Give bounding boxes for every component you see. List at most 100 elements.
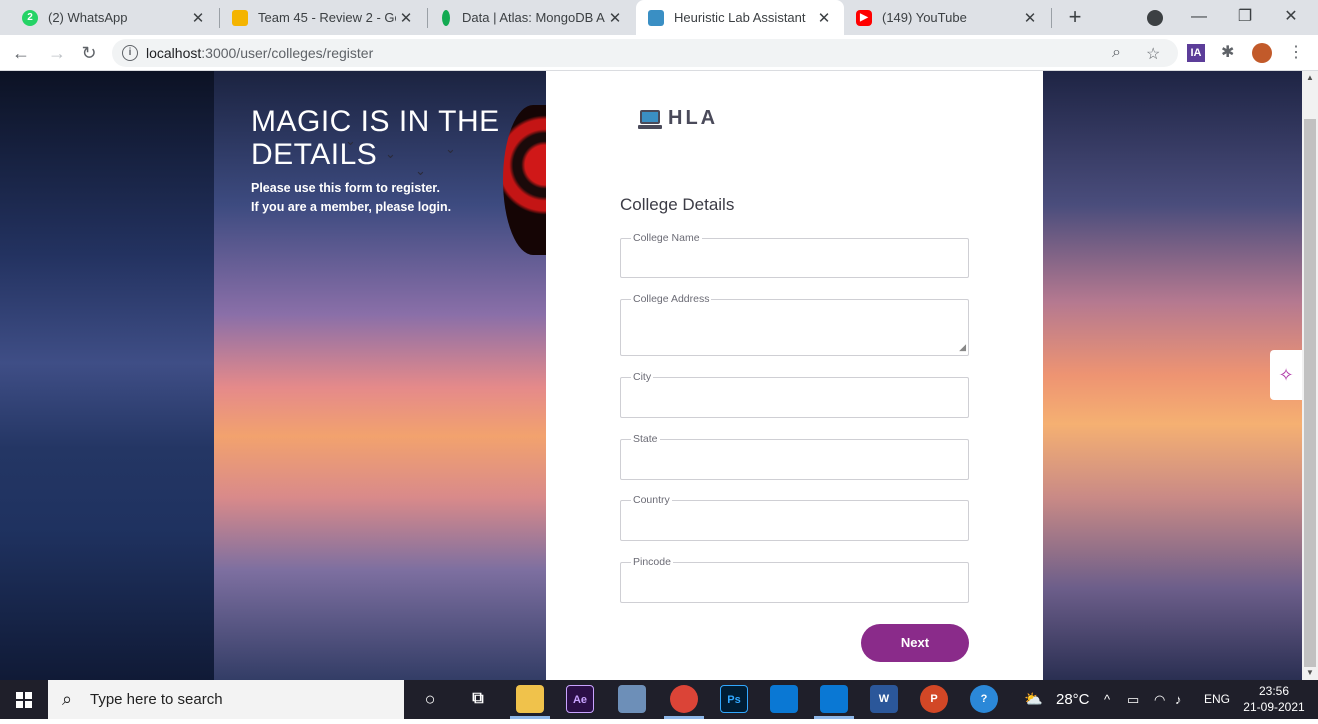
- chrome-icon[interactable]: [670, 685, 698, 713]
- windows-logo-icon: [16, 692, 32, 708]
- cortana-icon[interactable]: ○: [416, 685, 444, 713]
- scroll-up-arrow-icon[interactable]: ▲: [1302, 71, 1318, 85]
- restore-button[interactable]: ❐: [1222, 0, 1268, 35]
- tab-team45[interactable]: Team 45 - Review 2 - Goo ✕: [220, 0, 426, 35]
- close-icon[interactable]: ✕: [814, 9, 834, 27]
- field-label: State: [633, 433, 658, 445]
- paint-icon[interactable]: [618, 685, 646, 713]
- college-address-textarea[interactable]: [631, 305, 958, 335]
- next-button[interactable]: Next: [861, 624, 969, 662]
- chrome-profile-icon[interactable]: [1147, 10, 1163, 26]
- page-viewport: ⌄ ⌄ ⌄ ⌄ MAGIC IS IN THE DETAILS Please u…: [0, 71, 1302, 680]
- magic-wand-icon[interactable]: ✧: [1270, 350, 1302, 400]
- browser-toolbar: ← → ↻ i localhost:3000/user/colleges/reg…: [0, 35, 1318, 71]
- field-label: College Name: [633, 232, 700, 244]
- state-input[interactable]: [631, 446, 958, 461]
- scroll-down-arrow-icon[interactable]: ▼: [1302, 666, 1318, 680]
- language-indicator[interactable]: ENG: [1204, 680, 1230, 719]
- extensions-puzzle-icon[interactable]: ✱: [1221, 44, 1239, 62]
- kebab-menu-icon[interactable]: ⋮: [1288, 44, 1304, 62]
- back-button[interactable]: ←: [8, 40, 34, 66]
- file-explorer-icon[interactable]: [516, 685, 544, 713]
- task-view-icon[interactable]: ⧉: [464, 685, 492, 713]
- hero-title: MAGIC IS IN THE DETAILS: [251, 105, 500, 171]
- help-icon[interactable]: ?: [970, 685, 998, 713]
- scroll-thumb[interactable]: [1304, 119, 1316, 667]
- ia-extension-icon[interactable]: IA: [1187, 44, 1205, 62]
- tab-mongodb[interactable]: Data | Atlas: MongoDB Atl ✕: [428, 0, 635, 35]
- close-window-button[interactable]: ✕: [1268, 0, 1314, 35]
- tab-title: (2) WhatsApp: [48, 10, 128, 25]
- forward-button[interactable]: →: [44, 40, 70, 66]
- country-field[interactable]: Country: [620, 494, 969, 541]
- hero-line-register: Please use this form to register.: [251, 181, 440, 195]
- vscode-insiders-icon[interactable]: [820, 685, 848, 713]
- minimize-button[interactable]: —: [1176, 0, 1222, 35]
- vscode-icon[interactable]: [770, 685, 798, 713]
- youtube-icon: ▶: [856, 9, 872, 26]
- registration-form-card: HLA College Details College Name College…: [546, 71, 1043, 680]
- new-tab-button[interactable]: +: [1062, 5, 1088, 31]
- reload-button[interactable]: ↻: [76, 40, 102, 66]
- browser-tab-strip: 2 (2) WhatsApp ✕ Team 45 - Review 2 - Go…: [0, 0, 1318, 35]
- powerpoint-icon[interactable]: P: [920, 685, 948, 713]
- close-icon[interactable]: ✕: [188, 9, 208, 27]
- url-text: localhost:3000/user/colleges/register: [146, 45, 373, 61]
- tab-heuristic-lab[interactable]: Heuristic Lab Assistant ✕: [636, 0, 844, 35]
- pincode-input[interactable]: [631, 569, 958, 584]
- windows-start-button[interactable]: [0, 680, 48, 719]
- url-host: localhost: [146, 45, 202, 61]
- search-icon: ⌕: [62, 689, 73, 709]
- info-icon[interactable]: i: [122, 45, 138, 61]
- hero-line-login: If you are a member, please login.: [251, 200, 452, 214]
- tray-chevron-icon[interactable]: ^: [1104, 680, 1110, 719]
- country-input[interactable]: [631, 507, 958, 522]
- weather-temp[interactable]: 28°C: [1056, 680, 1090, 719]
- search-placeholder: Type here to search: [90, 691, 223, 708]
- field-label: Country: [633, 494, 670, 506]
- field-label: City: [633, 371, 652, 383]
- photoshop-icon[interactable]: Ps: [720, 685, 748, 713]
- system-clock[interactable]: 23:56 21-09-2021: [1238, 683, 1310, 715]
- close-icon[interactable]: ✕: [396, 9, 416, 27]
- close-icon[interactable]: ✕: [1020, 9, 1040, 27]
- tab-divider: [1051, 8, 1052, 28]
- field-label: Pincode: [633, 556, 671, 568]
- close-icon[interactable]: ✕: [605, 9, 625, 27]
- city-input[interactable]: [631, 384, 958, 399]
- bookmark-star-icon[interactable]: ☆: [1146, 44, 1160, 64]
- page-scrollbar[interactable]: ▲ ▼: [1302, 71, 1318, 680]
- college-name-field[interactable]: College Name: [620, 232, 969, 278]
- tab-title: Data | Atlas: MongoDB Atl: [462, 10, 605, 25]
- wifi-icon[interactable]: ◠: [1154, 680, 1165, 719]
- hero-subtitle: Please use this form to register. If you…: [251, 179, 451, 217]
- clock-time: 23:56: [1258, 684, 1290, 698]
- logo-text: HLA: [668, 106, 719, 129]
- pincode-field[interactable]: Pincode: [620, 556, 969, 603]
- taskbar-search-box[interactable]: ⌕ Type here to search: [48, 680, 404, 719]
- mongodb-leaf-icon: [442, 9, 450, 26]
- college-name-input[interactable]: [631, 245, 958, 260]
- zoom-icon[interactable]: ⌕: [1112, 44, 1121, 62]
- avatar[interactable]: [1252, 43, 1272, 63]
- computer-icon: [638, 106, 662, 130]
- address-bar[interactable]: i localhost:3000/user/colleges/register …: [112, 39, 1178, 67]
- battery-icon[interactable]: ▭: [1127, 680, 1139, 719]
- state-field[interactable]: State: [620, 433, 969, 480]
- after-effects-icon[interactable]: Ae: [566, 685, 594, 713]
- tab-whatsapp[interactable]: 2 (2) WhatsApp ✕: [0, 0, 218, 35]
- resize-handle-icon[interactable]: ◢: [959, 342, 966, 353]
- form-heading: College Details: [620, 195, 735, 214]
- clock-date: 21-09-2021: [1243, 700, 1305, 714]
- weather-icon[interactable]: ⛅: [1024, 680, 1043, 719]
- volume-icon[interactable]: ♪: [1175, 680, 1182, 719]
- background-left: [0, 71, 214, 680]
- tab-title: (149) YouTube: [882, 10, 967, 25]
- hla-icon: [648, 9, 664, 26]
- city-field[interactable]: City: [620, 371, 969, 418]
- field-label: College Address: [633, 293, 710, 305]
- word-icon[interactable]: W: [870, 685, 898, 713]
- whatsapp-icon: 2: [22, 9, 38, 26]
- tab-youtube[interactable]: ▶ (149) YouTube ✕: [844, 0, 1050, 35]
- college-address-field[interactable]: College Address ◢: [620, 293, 969, 356]
